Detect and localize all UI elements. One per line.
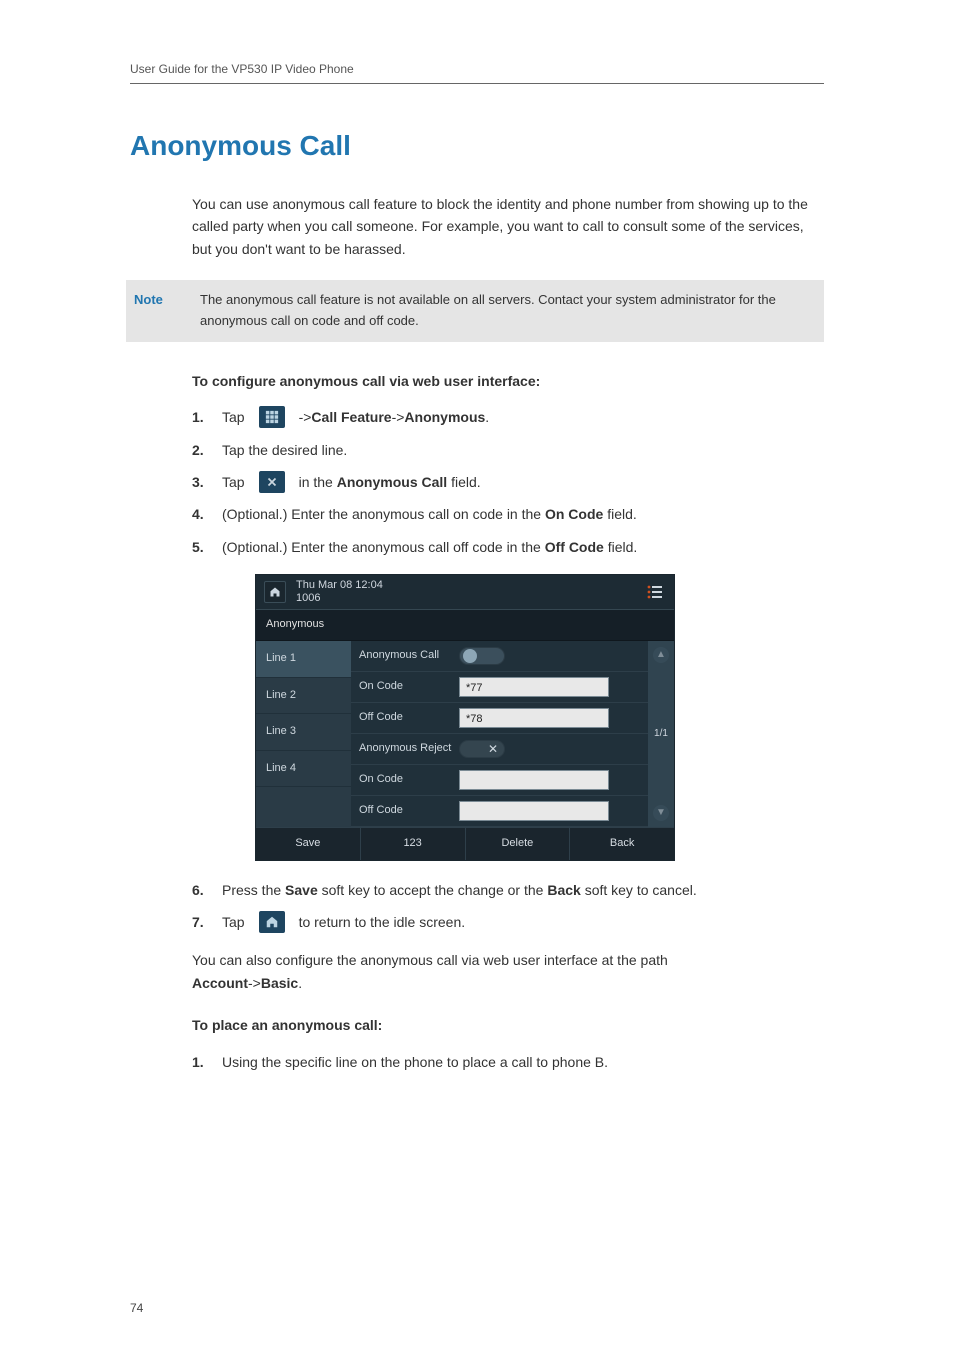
- field-label: On Code: [359, 771, 459, 789]
- page-up-icon[interactable]: ▲: [653, 647, 669, 663]
- step-text: to return to the idle screen.: [299, 911, 466, 933]
- step-text: Tap the desired line.: [222, 439, 347, 461]
- screen-title: Anonymous: [256, 610, 674, 641]
- step-7: 7. Tap to return to the idle screen.: [192, 911, 824, 933]
- step-4: 4. (Optional.) Enter the anonymous call …: [192, 503, 824, 525]
- step-text: Using the specific line on the phone to …: [222, 1051, 608, 1073]
- step-number: 5.: [192, 536, 210, 558]
- step-text: Tap: [222, 471, 245, 493]
- menu-list-icon[interactable]: [644, 581, 666, 603]
- home-icon: [259, 911, 285, 933]
- row-anonymous-reject: Anonymous Reject: [351, 734, 648, 765]
- after-paragraph: You can also configure the anonymous cal…: [192, 949, 824, 994]
- step-number: 7.: [192, 911, 210, 933]
- step-6: 6. Press the Save soft key to accept the…: [192, 879, 824, 901]
- input-on-code[interactable]: *77: [459, 677, 609, 697]
- step-text: ->Call Feature->Anonymous.: [299, 406, 490, 428]
- step-2: 2. Tap the desired line.: [192, 439, 824, 461]
- page-down-icon[interactable]: ▼: [653, 805, 669, 821]
- row-anonymous-call: Anonymous Call: [351, 641, 648, 672]
- field-label: Anonymous Call: [359, 647, 459, 665]
- step-text: in the Anonymous Call field.: [299, 471, 481, 493]
- row-on-code-2: On Code: [351, 765, 648, 796]
- step-5: 5. (Optional.) Enter the anonymous call …: [192, 536, 824, 558]
- softkey-back[interactable]: Back: [570, 828, 674, 860]
- input-off-code[interactable]: *78: [459, 708, 609, 728]
- row-off-code-2: Off Code: [351, 796, 648, 827]
- note-block: Note The anonymous call feature is not a…: [126, 280, 824, 342]
- step-text: Tap: [222, 911, 245, 933]
- paginator: ▲ 1/1 ▼: [648, 641, 674, 827]
- toggle-anonymous-call[interactable]: [459, 647, 505, 665]
- x-toggle-icon: [259, 471, 285, 493]
- page-number: 74: [130, 1299, 143, 1318]
- step-1: 1. Tap ->Call Feature->Anonymous.: [192, 406, 824, 428]
- note-text: The anonymous call feature is not availa…: [200, 290, 816, 332]
- step-text: Tap: [222, 406, 245, 428]
- step-number: 4.: [192, 503, 210, 525]
- input-on-code-2[interactable]: [459, 770, 609, 790]
- subheading-configure: To configure anonymous call via web user…: [192, 370, 824, 392]
- steps-list-3: 1. Using the specific line on the phone …: [192, 1051, 824, 1073]
- note-label: Note: [134, 290, 200, 332]
- phone-topbar: Thu Mar 08 12:04 1006: [256, 575, 674, 610]
- running-header: User Guide for the VP530 IP Video Phone: [130, 60, 824, 84]
- row-on-code: On Code *77: [351, 672, 648, 703]
- step-text: (Optional.) Enter the anonymous call on …: [222, 503, 637, 525]
- step-number: 1.: [192, 1051, 210, 1073]
- sidebar-item-line1[interactable]: Line 1: [256, 641, 351, 678]
- softkey-delete[interactable]: Delete: [466, 828, 571, 860]
- phone-screenshot: Thu Mar 08 12:04 1006 Anonymous Line 1 L…: [255, 574, 675, 861]
- fields-panel: Anonymous Call On Code *77 Off Code *78 …: [351, 641, 674, 827]
- sidebar-item-line3[interactable]: Line 3: [256, 714, 351, 751]
- screen-body: Line 1 Line 2 Line 3 Line 4 Anonymous Ca…: [256, 641, 674, 827]
- home-icon[interactable]: [264, 581, 286, 603]
- row-off-code: Off Code *78: [351, 703, 648, 734]
- field-label: Off Code: [359, 802, 459, 820]
- field-label: Anonymous Reject: [359, 740, 459, 758]
- page-indicator: 1/1: [654, 726, 668, 742]
- sidebar-item-line4[interactable]: Line 4: [256, 751, 351, 788]
- subheading-place: To place an anonymous call:: [192, 1014, 824, 1036]
- step-number: 6.: [192, 879, 210, 901]
- step-number: 3.: [192, 471, 210, 493]
- step-text: (Optional.) Enter the anonymous call off…: [222, 536, 637, 558]
- step-number: 1.: [192, 406, 210, 428]
- toggle-anonymous-reject[interactable]: [459, 740, 505, 758]
- softkey-123[interactable]: 123: [361, 828, 466, 860]
- line-sidebar: Line 1 Line 2 Line 3 Line 4: [256, 641, 351, 827]
- apps-icon: [259, 406, 285, 428]
- field-label: Off Code: [359, 709, 459, 727]
- input-off-code-2[interactable]: [459, 801, 609, 821]
- softkey-bar: Save 123 Delete Back: [256, 827, 674, 860]
- step-text: Press the Save soft key to accept the ch…: [222, 879, 697, 901]
- steps-list-1: 1. Tap ->Call Feature->Anonymous. 2. Tap…: [192, 406, 824, 558]
- page-title: Anonymous Call: [130, 124, 824, 169]
- step-place-1: 1. Using the specific line on the phone …: [192, 1051, 824, 1073]
- step-3: 3. Tap in the Anonymous Call field.: [192, 471, 824, 493]
- sidebar-item-line2[interactable]: Line 2: [256, 678, 351, 715]
- steps-list-2: 6. Press the Save soft key to accept the…: [192, 879, 824, 934]
- step-number: 2.: [192, 439, 210, 461]
- softkey-save[interactable]: Save: [256, 828, 361, 860]
- datetime-label: Thu Mar 08 12:04 1006: [296, 579, 644, 605]
- intro-paragraph: You can use anonymous call feature to bl…: [192, 193, 824, 260]
- field-label: On Code: [359, 678, 459, 696]
